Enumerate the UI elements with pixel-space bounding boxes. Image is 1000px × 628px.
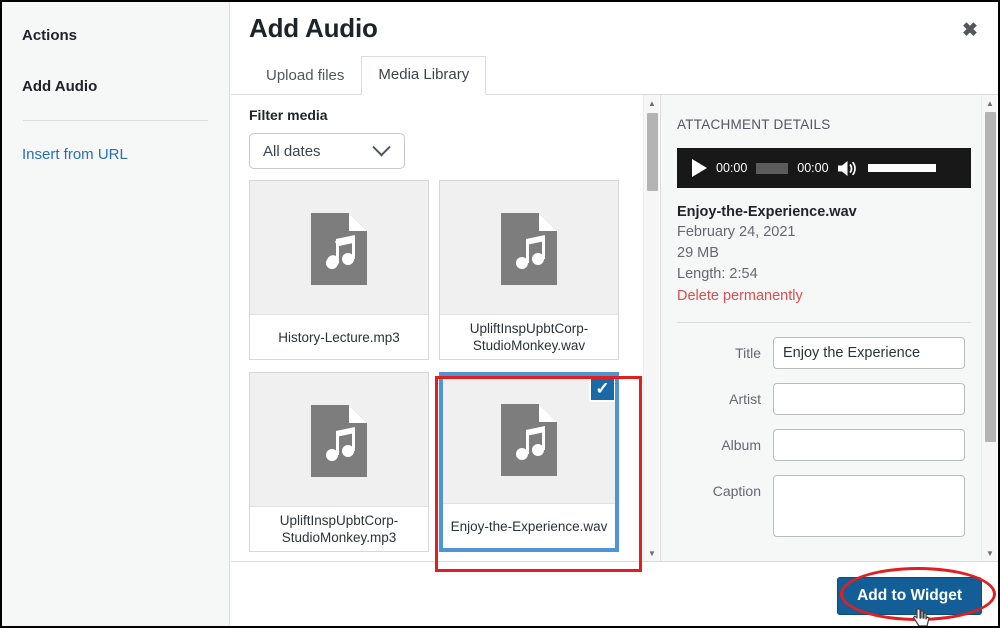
media-item[interactable]: UpliftInspUpbtCorp-StudioMonkey.mp3 [249, 372, 429, 552]
tab-bar: Upload files Media Library [249, 56, 487, 95]
sidebar-item-add-audio[interactable]: Add Audio [22, 77, 209, 97]
field-row-title: Title [677, 337, 973, 369]
title-field[interactable] [773, 337, 965, 369]
player-current-time: 00:00 [716, 161, 748, 175]
media-item-filename: UpliftInspUpbtCorp-StudioMonkey.wav [440, 314, 618, 359]
audio-file-icon [250, 181, 428, 316]
media-item-filename: Enjoy-the-Experience.wav [443, 503, 615, 548]
artist-field[interactable] [773, 383, 965, 415]
scroll-up-icon[interactable]: ▲ [644, 95, 660, 111]
audio-player: 00:00 00:00 [677, 148, 971, 188]
tab-media-library[interactable]: Media Library [361, 56, 487, 95]
modal-content: Filter media All dates History-Lecture.m… [231, 95, 998, 561]
screenshot-frame: Actions Add Audio Insert from URL Add Au… [0, 0, 1000, 628]
play-icon[interactable] [692, 159, 707, 177]
field-row-album: Album [677, 429, 973, 461]
audio-file-icon [250, 373, 428, 508]
player-volume-slider[interactable] [867, 164, 936, 172]
tab-upload-files[interactable]: Upload files [249, 57, 361, 95]
details-divider [677, 322, 971, 323]
album-field-label: Album [721, 437, 761, 453]
media-browser: Filter media All dates History-Lecture.m… [231, 95, 661, 561]
add-to-widget-button[interactable]: Add to Widget [837, 577, 982, 615]
date-filter-select[interactable]: All dates [249, 133, 405, 169]
caption-field[interactable] [773, 475, 965, 537]
details-scrollbar[interactable]: ▲ ▼ [981, 95, 997, 561]
checkmark-icon[interactable]: ✓ [589, 376, 615, 402]
close-icon[interactable]: ✖ [956, 16, 984, 44]
media-grid-scrollbar[interactable]: ▲ ▼ [643, 95, 659, 561]
scroll-up-icon[interactable]: ▲ [982, 95, 997, 111]
player-duration: 00:00 [797, 161, 829, 175]
delete-permanently-link[interactable]: Delete permanently [677, 286, 973, 307]
sidebar-item-insert-from-url[interactable]: Insert from URL [22, 145, 209, 165]
attachment-filesize: 29 MB [677, 245, 719, 261]
date-filter-value: All dates [263, 142, 321, 160]
chevron-down-icon [372, 137, 391, 156]
album-field[interactable] [773, 429, 965, 461]
scrollbar-thumb[interactable] [647, 113, 658, 191]
scrollbar-thumb[interactable] [985, 112, 996, 442]
media-item[interactable]: History-Lecture.mp3 [249, 180, 429, 360]
scroll-down-icon[interactable]: ▼ [982, 545, 997, 561]
caption-field-label: Caption [712, 483, 761, 499]
modal-footer: Add to Widget [231, 561, 998, 626]
field-row-caption: Caption [677, 475, 973, 537]
volume-icon[interactable] [837, 160, 859, 177]
audio-file-icon [440, 181, 618, 316]
field-row-artist: Artist [677, 383, 973, 415]
media-item-filename: History-Lecture.mp3 [250, 314, 428, 359]
artist-field-label: Artist [729, 391, 761, 407]
attachment-details-panel: ATTACHMENT DETAILS 00:00 00:00 Enjoy-the… [661, 95, 997, 561]
player-progress-bar[interactable] [756, 162, 789, 174]
media-item[interactable]: UpliftInspUpbtCorp-StudioMonkey.wav [439, 180, 619, 360]
modal-title: Add Audio [249, 13, 378, 43]
scroll-down-icon[interactable]: ▼ [644, 545, 660, 561]
title-field-label: Title [735, 345, 761, 361]
media-grid: History-Lecture.mp3 UpliftInspUpbtCorp-S… [249, 180, 642, 556]
attachment-length: Length: 2:54 [677, 266, 758, 282]
sidebar: Actions Add Audio Insert from URL [2, 2, 230, 626]
attachment-date: February 24, 2021 [677, 224, 796, 240]
sidebar-heading-actions: Actions [22, 27, 78, 44]
attachment-filename: Enjoy-the-Experience.wav [677, 204, 857, 220]
media-item-selected[interactable]: ✓ Enjoy-the-Experience.wav [439, 372, 619, 552]
modal-panel: Add Audio ✖ Upload files Media Library F… [231, 2, 998, 626]
sidebar-divider [23, 120, 208, 121]
attachment-details-heading: ATTACHMENT DETAILS [677, 117, 831, 132]
media-item-filename: UpliftInspUpbtCorp-StudioMonkey.mp3 [250, 506, 428, 551]
media-grid-items: History-Lecture.mp3 UpliftInspUpbtCorp-S… [249, 180, 642, 552]
filter-media-label: Filter media [249, 107, 328, 123]
